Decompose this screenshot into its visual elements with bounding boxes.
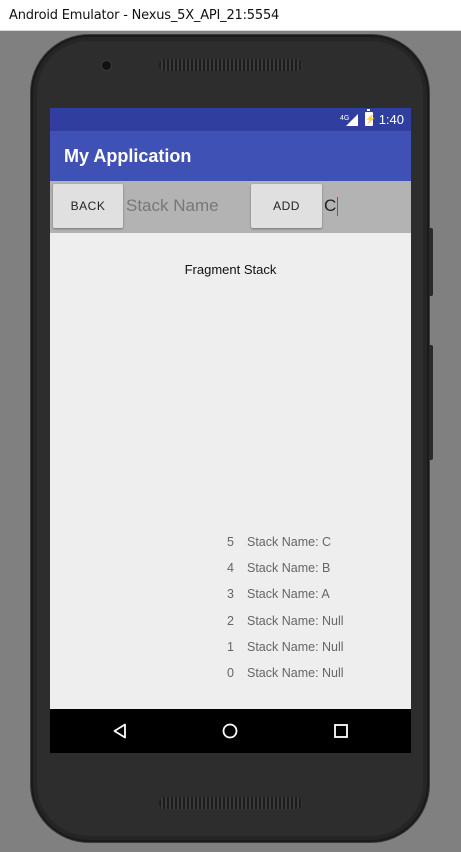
stack-name-input[interactable]: Stack Name <box>126 184 248 228</box>
network-type-label: 4G <box>340 115 349 122</box>
stack-index: 3 <box>227 587 234 601</box>
stack-index: 1 <box>227 640 234 654</box>
stack-index: 4 <box>227 561 234 575</box>
front-camera-icon <box>102 61 111 70</box>
stack-index: 2 <box>227 614 234 628</box>
bottom-speaker-grille <box>159 797 302 809</box>
stack-label: Stack Name: Null <box>247 666 344 680</box>
add-name-input[interactable]: C <box>324 184 404 228</box>
add-name-input-value: C <box>324 196 337 215</box>
window-titlebar: Android Emulator - Nexus_5X_API_21:5554 <box>0 0 461 31</box>
fragment-stack-title: Fragment Stack <box>184 262 277 277</box>
app-bar: My Application <box>50 131 411 181</box>
window-title: Android Emulator - Nexus_5X_API_21:5554 <box>9 8 280 23</box>
stack-controls: BACK Stack Name ADD C <box>50 181 411 233</box>
battery-icon: ⚡ <box>365 109 377 126</box>
add-button[interactable]: ADD <box>251 184 322 228</box>
fragment-content: Fragment Stack 5 Stack Name: C 4 Stack N… <box>50 233 411 709</box>
top-speaker-grille <box>159 59 302 71</box>
back-button[interactable]: BACK <box>53 184 123 228</box>
stack-label: Stack Name: A <box>247 587 330 601</box>
text-cursor <box>337 196 339 216</box>
signal-icon: 4G <box>340 114 358 126</box>
stack-label: Stack Name: Null <box>247 640 344 654</box>
status-bar: 4G ⚡ 1:40 <box>50 108 411 131</box>
app-title: My Application <box>64 146 192 166</box>
stack-index: 0 <box>227 666 234 680</box>
phone-screen: 4G ⚡ 1:40 My Application BACK Stack Name… <box>50 108 411 753</box>
home-circle-icon[interactable] <box>222 723 238 739</box>
stack-label: Stack Name: Null <box>247 614 344 628</box>
back-triangle-icon[interactable] <box>112 723 128 739</box>
stack-label: Stack Name: C <box>247 535 332 549</box>
status-time: 1:40 <box>378 112 404 127</box>
navigation-bar <box>50 709 411 753</box>
stack-label: Stack Name: B <box>247 561 331 575</box>
power-button[interactable] <box>429 345 433 460</box>
recents-square-icon[interactable] <box>333 723 349 739</box>
volume-button[interactable] <box>429 228 433 296</box>
stack-index: 5 <box>227 535 234 549</box>
